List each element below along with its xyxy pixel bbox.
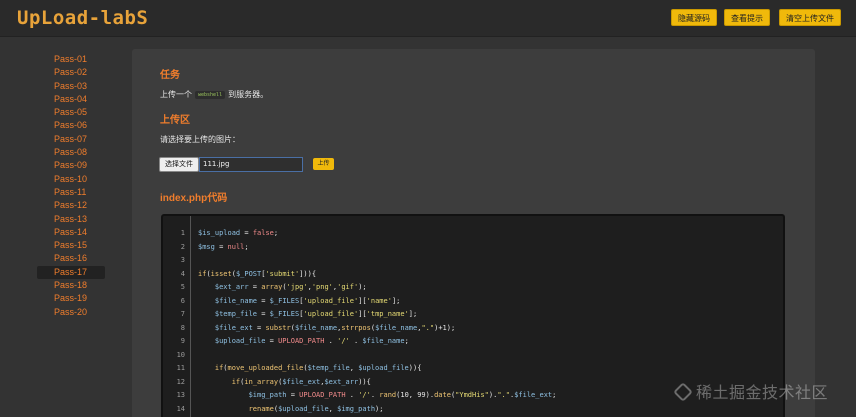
- sidebar-item-pass-07[interactable]: Pass-07: [37, 133, 105, 146]
- upload-button[interactable]: 上传: [313, 158, 334, 170]
- sidebar-item-pass-10[interactable]: Pass-10: [37, 173, 105, 186]
- watermark-text: 稀土掘金技术社区: [696, 383, 829, 402]
- sidebar-item-pass-18[interactable]: Pass-18: [37, 279, 105, 292]
- sidebar-item-pass-13[interactable]: Pass-13: [37, 213, 105, 226]
- line-number: 5: [180, 283, 185, 291]
- sidebar-item-pass-04[interactable]: Pass-04: [37, 93, 105, 106]
- line-number: 2: [180, 242, 185, 251]
- watermark: 稀土掘金技术社区: [673, 379, 829, 403]
- task-suffix: 到服务器。: [228, 90, 269, 99]
- sidebar-item-pass-12[interactable]: Pass-12: [37, 199, 105, 212]
- sidebar-item-pass-02[interactable]: Pass-02: [37, 66, 105, 79]
- code-line: $upload_file = UPLOAD_PATH . '/' . $file…: [214, 337, 409, 345]
- line-number: 8: [180, 323, 185, 332]
- clear-uploads-button[interactable]: 清空上传文件: [779, 9, 841, 26]
- juejin-logo-icon: [673, 382, 693, 402]
- file-name-field[interactable]: 111.jpg: [199, 157, 303, 172]
- line-number: 6: [180, 296, 185, 305]
- code-line: if(move_uploaded_file($temp_file, $uploa…: [214, 364, 422, 372]
- line-number: 10: [176, 350, 185, 359]
- sidebar-item-pass-11[interactable]: Pass-11: [37, 186, 105, 199]
- sidebar-item-pass-06[interactable]: Pass-06: [37, 119, 105, 132]
- choose-file-button[interactable]: 选择文件: [159, 157, 199, 172]
- hide-source-button[interactable]: 隐藏源码: [671, 9, 717, 26]
- task-prefix: 上传一个: [160, 90, 192, 99]
- sidebar-item-pass-19[interactable]: Pass-19: [37, 292, 105, 305]
- upload-heading: 上传区: [160, 115, 190, 126]
- line-number: 7: [180, 310, 185, 318]
- code-line: $file_name = $_FILES['upload_file']['nam…: [214, 296, 401, 305]
- sidebar-item-pass-08[interactable]: Pass-08: [37, 146, 105, 159]
- line-number: 11: [176, 364, 185, 372]
- code-heading: index.php代码: [160, 193, 228, 204]
- sidebar-item-pass-17[interactable]: Pass-17: [37, 265, 105, 280]
- upload-prompt: 请选择要上传的图片：: [160, 135, 240, 144]
- line-number: 13: [176, 391, 185, 399]
- code-line: $temp_file = $_FILES['upload_file']['tmp…: [214, 310, 418, 318]
- line-number: 4: [180, 269, 185, 278]
- line-number: 14: [176, 404, 185, 413]
- code-line: $file_ext = substr($file_name,strrpos($f…: [214, 323, 456, 332]
- code-line: $msg = null;: [198, 242, 249, 251]
- sidebar-item-pass-09[interactable]: Pass-09: [37, 159, 105, 172]
- site-logo[interactable]: UpLoad-labS: [17, 7, 148, 29]
- sidebar-item-pass-01[interactable]: Pass-01: [37, 53, 105, 66]
- code-line: if(isset($_POST['submit'])){: [198, 269, 317, 278]
- code-line: $ext_arr = array('jpg','png','gif');: [214, 283, 367, 291]
- task-heading: 任务: [160, 70, 180, 81]
- sidebar-nav: Pass-01 Pass-02 Pass-03 Pass-04 Pass-05 …: [37, 53, 105, 319]
- sidebar-item-pass-20[interactable]: Pass-20: [37, 306, 105, 319]
- code-line: $is_upload = false;: [198, 229, 279, 237]
- sidebar-item-pass-05[interactable]: Pass-05: [37, 106, 105, 119]
- code-line: $img_path = UPLOAD_PATH . '/'. rand(10, …: [248, 391, 557, 399]
- task-description: 上传一个 webshell 到服务器。: [160, 89, 268, 100]
- sidebar-item-pass-15[interactable]: Pass-15: [37, 239, 105, 252]
- line-number: 3: [180, 256, 185, 264]
- top-header: UpLoad-labS 隐藏源码 查看提示 清空上传文件: [0, 0, 856, 37]
- line-number: 12: [176, 377, 185, 386]
- sidebar-item-pass-03[interactable]: Pass-03: [37, 80, 105, 93]
- line-number: 9: [180, 337, 185, 345]
- sidebar-item-pass-16[interactable]: Pass-16: [37, 252, 105, 265]
- code-line: if(in_array($file_ext,$ext_arr)){: [231, 377, 371, 386]
- sidebar-item-pass-14[interactable]: Pass-14: [37, 226, 105, 239]
- show-hint-button[interactable]: 查看提示: [724, 9, 770, 26]
- code-line: rename($upload_file, $img_path);: [248, 404, 384, 413]
- webshell-code-chip: webshell: [195, 90, 226, 99]
- line-number: 1: [180, 229, 185, 237]
